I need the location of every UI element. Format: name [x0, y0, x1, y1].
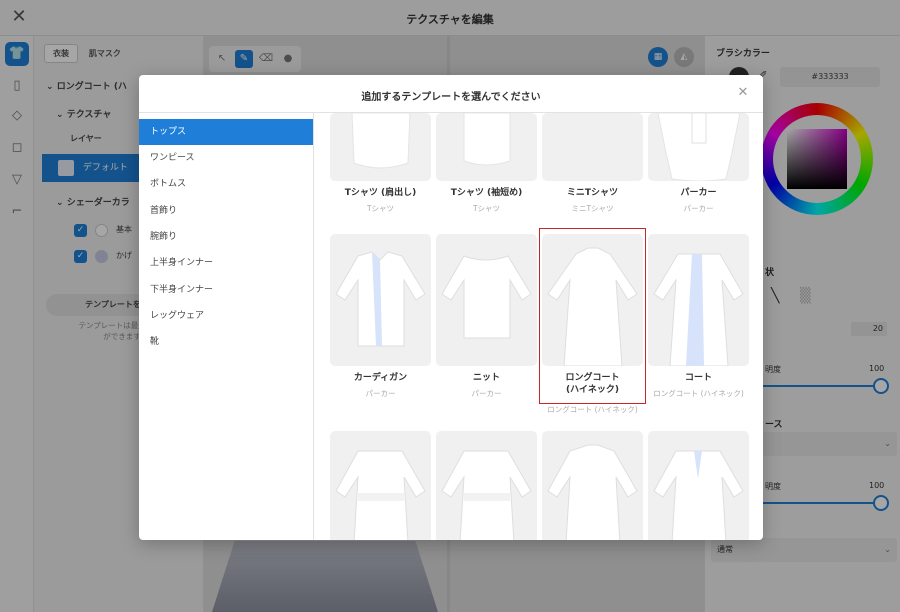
template-picker-dialog: 追加するテンプレートを選んでください ✕ トップス ワンピース ボトムス 首飾り… [139, 75, 763, 540]
template-name: Tシャツ (肩出し) [344, 188, 417, 198]
template-thumbnail [648, 113, 749, 181]
template-thumbnail [648, 234, 749, 366]
dialog-close-icon[interactable]: ✕ [735, 85, 751, 101]
category-item-onepiece[interactable]: ワンピース [139, 145, 313, 171]
template-type: パーカー [471, 389, 502, 398]
template-thumbnail [330, 431, 431, 540]
template-name: ミニTシャツ [566, 188, 619, 198]
template-thumbnail [330, 234, 431, 366]
category-item-bracelet[interactable]: 腕飾り [139, 224, 313, 250]
dialog-title: 追加するテンプレートを選んでください [361, 92, 541, 103]
template-thumbnail [436, 431, 537, 540]
template-name: パーカー [680, 188, 717, 198]
dialog-header: 追加するテンプレートを選んでください ✕ [139, 75, 763, 113]
category-item-bottoms[interactable]: ボトムス [139, 171, 313, 197]
template-thumbnail [542, 113, 643, 181]
category-item-upper-inner[interactable]: 上半身インナー [139, 250, 313, 276]
template-type: パーカー [683, 204, 714, 213]
category-item-lower-inner[interactable]: 下半身インナー [139, 277, 313, 303]
category-item-shoes[interactable]: 靴 [139, 329, 313, 355]
template-name: ニット [472, 373, 500, 383]
template-thumbnail [436, 234, 537, 366]
template-name: Tシャツ (袖短め) [450, 188, 523, 198]
template-type: Tシャツ [472, 204, 501, 213]
template-thumbnail [542, 431, 643, 540]
template-type: ロングコート (ハイネック) [547, 405, 638, 414]
category-list: トップス ワンピース ボトムス 首飾り 腕飾り 上半身インナー 下半身インナー … [139, 113, 314, 540]
category-item-necklace[interactable]: 首飾り [139, 198, 313, 224]
template-name: コート [684, 373, 712, 383]
template-name: カーディガン [353, 373, 408, 383]
template-thumbnail [648, 431, 749, 540]
category-item-legwear[interactable]: レッグウェア [139, 303, 313, 329]
selected-template-highlight [539, 228, 646, 404]
template-type: ロングコート (ハイネック) [653, 389, 744, 398]
template-type: Tシャツ [366, 204, 395, 213]
template-thumbnail [436, 113, 537, 181]
category-item-tops[interactable]: トップス [139, 119, 313, 145]
template-type: パーカー [365, 389, 396, 398]
template-thumbnail [330, 113, 431, 181]
template-type: ミニTシャツ [571, 204, 614, 213]
